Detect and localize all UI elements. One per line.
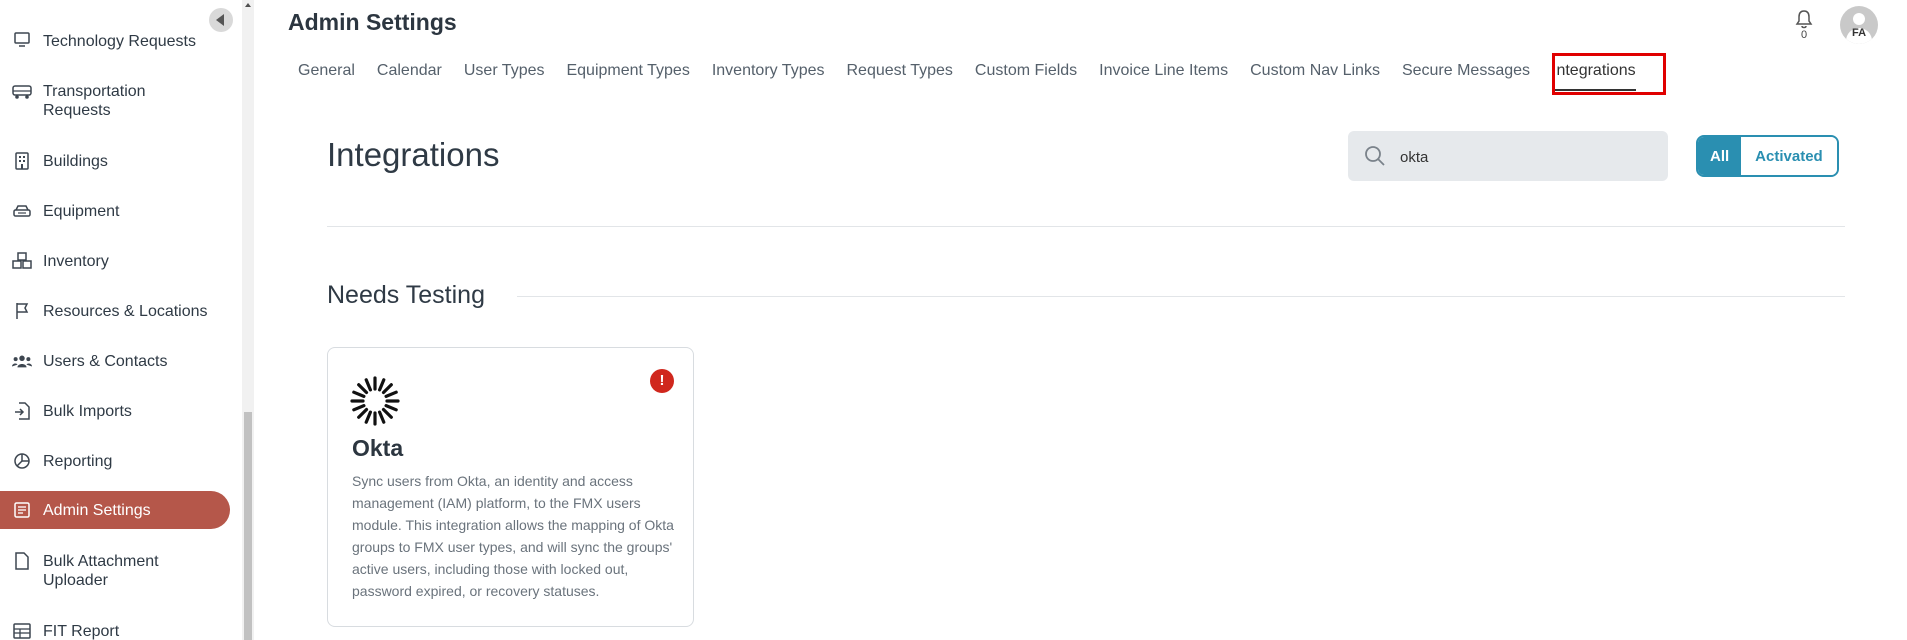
tab-custom-nav-links[interactable]: Custom Nav Links <box>1250 60 1380 88</box>
integrations-heading: Integrations <box>327 136 500 173</box>
table-icon <box>12 621 32 640</box>
building-icon <box>12 151 32 171</box>
filter-activated-button[interactable]: Activated <box>1741 137 1837 175</box>
sidebar-item-buildings[interactable]: Buildings <box>0 150 230 172</box>
sidebar-item-label: Admin Settings <box>43 502 151 519</box>
sidebar-item-users-contacts[interactable]: Users & Contacts <box>0 350 230 372</box>
integration-name: Okta <box>352 435 404 461</box>
inventory-boxes-icon <box>12 251 32 271</box>
tab-user-types[interactable]: User Types <box>464 60 545 88</box>
user-avatar[interactable]: FA <box>1840 6 1878 44</box>
integrations-tab-highlight <box>1552 53 1666 95</box>
sidebar-item-label: Users & Contacts <box>43 353 168 370</box>
pie-chart-icon <box>12 451 32 471</box>
sidebar-item-label: Resources & Locations <box>43 303 208 320</box>
sidebar-item-admin-settings[interactable]: Admin Settings <box>0 491 230 529</box>
alert-badge-icon: ! <box>650 369 674 393</box>
sidebar: Technology Requests Transportation Reque… <box>0 0 242 640</box>
search-icon <box>1364 145 1386 172</box>
tab-secure-messages[interactable]: Secure Messages <box>1402 60 1530 88</box>
sidebar-item-resources-locations[interactable]: Resources & Locations <box>0 300 230 322</box>
document-icon <box>12 551 32 571</box>
avatar-initials: FA <box>1851 27 1867 39</box>
sidebar-item-fit-report[interactable]: FIT Report <box>0 620 230 640</box>
tab-inventory-types[interactable]: Inventory Types <box>712 60 825 88</box>
sidebar-item-label: Equipment <box>43 203 120 220</box>
chevron-left-icon <box>216 14 224 26</box>
sidebar-scrollbar[interactable] <box>242 0 254 640</box>
integration-card-okta[interactable]: ! Okta Sync users from Okta, an identity… <box>327 347 694 627</box>
tab-request-types[interactable]: Request Types <box>846 60 952 88</box>
sidebar-item-bulk-imports[interactable]: Bulk Imports <box>0 400 230 422</box>
tab-general[interactable]: General <box>298 60 355 88</box>
integration-description: Sync users from Okta, an identity and ac… <box>352 473 674 599</box>
import-icon <box>12 401 32 421</box>
avatar-head <box>1853 13 1865 25</box>
sidebar-item-reporting[interactable]: Reporting <box>0 450 230 472</box>
flag-icon <box>12 301 32 321</box>
scroll-up-arrow-icon[interactable] <box>245 3 251 7</box>
sidebar-item-inventory[interactable]: Inventory <box>0 250 230 272</box>
tab-invoice-line-items[interactable]: Invoice Line Items <box>1099 60 1228 88</box>
notification-count: 0 <box>1800 29 1808 41</box>
admin-settings-icon <box>12 500 32 520</box>
filter-all-button[interactable]: All <box>1698 137 1742 175</box>
settings-tabs: General Calendar User Types Equipment Ty… <box>287 60 1647 91</box>
filter-toggle-group: All Activated <box>1696 135 1839 177</box>
section-divider <box>517 296 1845 297</box>
page-title: Admin Settings <box>288 9 457 35</box>
tab-custom-fields[interactable]: Custom Fields <box>975 60 1077 88</box>
users-icon <box>12 351 32 371</box>
equipment-icon <box>12 201 32 221</box>
tab-calendar[interactable]: Calendar <box>377 60 442 88</box>
sidebar-item-label: Bulk Imports <box>43 403 132 420</box>
sidebar-item-label: FIT Report <box>43 623 120 640</box>
tab-equipment-types[interactable]: Equipment Types <box>566 60 689 88</box>
search-box <box>1348 131 1668 181</box>
sidebar-item-transportation-requests[interactable]: Transportation Requests <box>0 80 230 124</box>
sidebar-item-equipment[interactable]: Equipment <box>0 200 230 222</box>
technology-icon <box>12 30 32 50</box>
sidebar-item-technology-requests[interactable]: Technology Requests <box>0 30 230 52</box>
scrollbar-thumb[interactable] <box>244 412 252 640</box>
sidebar-item-label: Reporting <box>43 453 113 470</box>
sidebar-item-label: Inventory <box>43 253 109 270</box>
sidebar-item-label: Bulk Attachment Uploader <box>43 553 159 589</box>
okta-logo-icon <box>350 376 400 426</box>
sidebar-item-bulk-attachment-uploader[interactable]: Bulk Attachment Uploader <box>0 550 230 594</box>
search-input[interactable] <box>1398 143 1652 171</box>
sidebar-item-label: Technology Requests <box>43 33 196 50</box>
needs-testing-heading: Needs Testing <box>327 281 485 309</box>
collapse-sidebar-button[interactable] <box>209 8 233 32</box>
sidebar-item-label: Buildings <box>43 153 108 170</box>
notifications-bell-icon[interactable] <box>1794 9 1814 31</box>
bus-icon <box>12 82 32 102</box>
divider <box>327 226 1845 227</box>
sidebar-item-label: Transportation Requests <box>43 83 146 119</box>
